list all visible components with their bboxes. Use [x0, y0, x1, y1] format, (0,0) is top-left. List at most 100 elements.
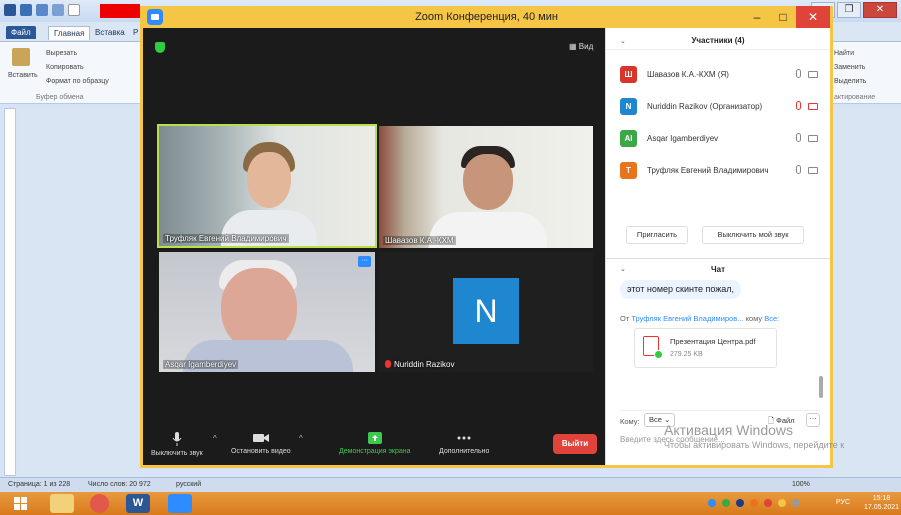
- zoom-level[interactable]: 100%: [792, 481, 810, 488]
- word-taskbar-icon[interactable]: W: [126, 494, 150, 513]
- copy-button[interactable]: Копировать: [46, 64, 84, 71]
- tab-file[interactable]: Файл: [6, 26, 36, 39]
- redo-icon[interactable]: [52, 4, 64, 16]
- clock-date: 17.05.2021: [864, 504, 900, 511]
- recipient-link[interactable]: Все:: [764, 314, 779, 323]
- shield-icon[interactable]: [155, 42, 165, 53]
- participant-row[interactable]: Т Труфляк Евгений Владимирович: [620, 162, 820, 182]
- vertical-ruler: [4, 108, 16, 476]
- video-options-caret-icon[interactable]: ^: [299, 434, 303, 443]
- video-tile-trufliak[interactable]: Труфляк Евгений Владимирович: [157, 124, 377, 248]
- video-tile-asqar[interactable]: ··· Asqar Igamberdiyev: [159, 252, 375, 372]
- clipboard-group: Вставить Вырезать Копировать Формат по о…: [0, 42, 140, 104]
- participant-row[interactable]: AI Asqar Igamberdiyev: [620, 130, 820, 150]
- sender-link[interactable]: Труфляк Евгений Владимиров...: [631, 314, 743, 323]
- new-doc-icon[interactable]: [68, 4, 80, 16]
- replace-button[interactable]: Заменить: [834, 64, 865, 71]
- participants-header: ⌄ Участники (4): [606, 28, 830, 50]
- video-camera-icon[interactable]: [808, 135, 818, 142]
- share-screen-button[interactable]: Демонстрация экрана: [339, 432, 411, 455]
- taskbar: W РУС 15:18 17.05.2021: [0, 492, 901, 515]
- muted-mic-icon: [385, 360, 391, 368]
- language-indicator[interactable]: РУС: [836, 499, 850, 506]
- zoom-close-button[interactable]: ✕: [796, 6, 830, 28]
- share-screen-icon: [367, 432, 382, 444]
- watermark-title: Активация Windows: [664, 422, 794, 438]
- tray-alert-icon[interactable]: [764, 499, 772, 507]
- desktop: – ❐ ✕ Файл Главная Вставка Р Вставить Вы…: [0, 0, 901, 515]
- more-dots-icon: [457, 436, 471, 440]
- stop-video-button[interactable]: Остановить видео: [231, 432, 291, 455]
- select-button[interactable]: Выделить: [834, 78, 866, 85]
- tile-more-icon[interactable]: ···: [358, 256, 371, 267]
- paste-icon[interactable]: [12, 48, 30, 66]
- word-count[interactable]: Число слов: 20 972: [88, 481, 151, 488]
- video-tile-shavazov[interactable]: Шавазов К.А.-КХМ: [379, 126, 593, 248]
- mute-button[interactable]: Выключить звук: [151, 432, 203, 457]
- view-button[interactable]: ▦ Вид: [569, 42, 593, 51]
- zoom-minimize-button[interactable]: –: [744, 6, 770, 28]
- file-attachment[interactable]: Презентация Центра.pdf 279.25 KB: [634, 328, 777, 368]
- mic-icon[interactable]: [796, 69, 801, 78]
- tray-battery-icon[interactable]: [792, 499, 800, 507]
- video-camera-icon[interactable]: [808, 167, 818, 174]
- leave-meeting-button[interactable]: Выйти: [553, 434, 597, 454]
- chat-title: Чат: [711, 265, 725, 274]
- page-count[interactable]: Страница: 1 из 228: [8, 481, 70, 488]
- tray-security-icon[interactable]: [736, 499, 744, 507]
- save-icon[interactable]: [20, 4, 32, 16]
- tab-insert[interactable]: Вставка: [90, 26, 130, 39]
- clock[interactable]: 15:18 17.05.2021: [864, 494, 899, 512]
- file-size: 279.25 KB: [670, 351, 703, 358]
- mic-icon[interactable]: [796, 165, 801, 174]
- zoom-taskbar-icon[interactable]: [168, 494, 192, 513]
- cut-button[interactable]: Вырезать: [46, 50, 77, 57]
- tile-name-label: Asqar Igamberdiyev: [163, 360, 239, 369]
- zoom-window-title: Zoom Конференция, 40 мин: [415, 11, 558, 23]
- file-explorer-icon[interactable]: [50, 494, 74, 513]
- audio-options-caret-icon[interactable]: ^: [213, 434, 217, 443]
- file-name: Презентация Центра.pdf: [670, 337, 756, 346]
- tray-zoom-icon[interactable]: [708, 499, 716, 507]
- word-app-icon[interactable]: [4, 4, 16, 16]
- participant-row[interactable]: N Nuriddin Razikov (Организатор): [620, 98, 820, 118]
- mute-label: Выключить звук: [151, 450, 203, 457]
- mic-icon[interactable]: [796, 133, 801, 142]
- participant-avatar: Ш: [620, 66, 637, 83]
- more-button[interactable]: Дополнительно: [439, 432, 489, 455]
- video-camera-icon[interactable]: [808, 71, 818, 78]
- muted-mic-icon[interactable]: [796, 101, 801, 110]
- video-tile-nuriddin[interactable]: N Nuriddin Razikov: [379, 252, 593, 372]
- start-icon[interactable]: [10, 494, 36, 513]
- mute-me-button[interactable]: Выключить мой звук: [702, 226, 804, 244]
- participant-name: Asqar Igamberdiyev: [647, 134, 719, 143]
- word-close-button[interactable]: ✕: [863, 2, 897, 18]
- participant-name: Труфляк Евгений Владимирович: [647, 166, 769, 175]
- meeting-toolbar: Выключить звук ^ Остановить видео ^ Демо…: [143, 428, 605, 465]
- participant-row[interactable]: Ш Шавазов К.А.-КХМ (Я): [620, 66, 820, 86]
- zoom-maximize-button[interactable]: □: [770, 6, 796, 28]
- chat-message: этот номер скинте пожал,: [620, 280, 742, 299]
- chat-scrollbar[interactable]: [819, 376, 823, 398]
- chat-header: ⌄ Чат: [606, 258, 830, 276]
- participant-face: [247, 152, 291, 208]
- language-indicator[interactable]: русский: [176, 481, 201, 488]
- tray-app-icon[interactable]: [722, 499, 730, 507]
- chrome-icon[interactable]: [90, 494, 109, 513]
- tray-volume-icon[interactable]: [778, 499, 786, 507]
- invite-button[interactable]: Пригласить: [626, 226, 688, 244]
- word-maximize-button[interactable]: ❐: [837, 2, 861, 18]
- document-area-right: [828, 108, 901, 476]
- participant-avatar: Т: [620, 162, 637, 179]
- participant-avatar: AI: [620, 130, 637, 147]
- clock-time: 15:18: [872, 495, 891, 502]
- tray-network-icon[interactable]: [750, 499, 758, 507]
- find-button[interactable]: Найти: [834, 50, 854, 57]
- video-off-icon[interactable]: [808, 103, 818, 110]
- participants-title: Участники (4): [691, 36, 745, 45]
- paste-button[interactable]: Вставить: [8, 72, 38, 79]
- undo-icon[interactable]: [36, 4, 48, 16]
- format-painter-button[interactable]: Формат по образцу: [46, 78, 109, 85]
- tab-home[interactable]: Главная: [48, 26, 91, 40]
- microphone-icon: [172, 432, 182, 446]
